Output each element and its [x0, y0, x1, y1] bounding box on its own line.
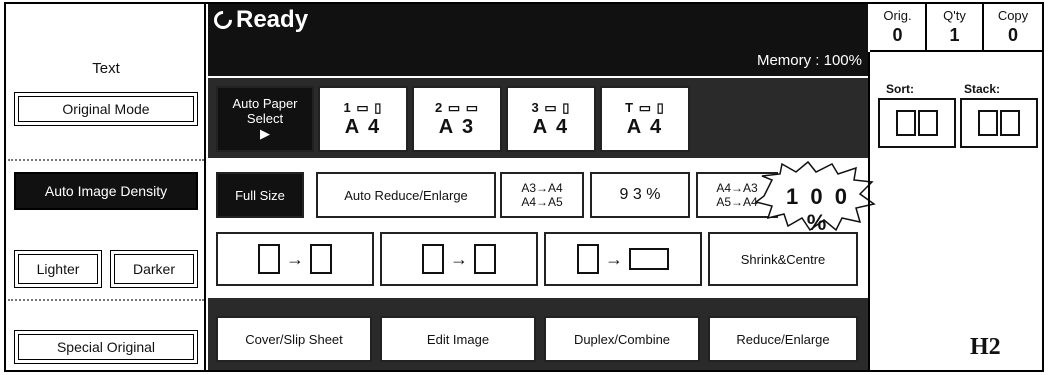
- text-mode-label: Text: [92, 60, 120, 77]
- stacked-sets-icon: [996, 110, 1020, 142]
- paper-size: A 3: [438, 115, 476, 138]
- lighter-label: Lighter: [36, 261, 80, 277]
- sort-label: Sort:: [886, 82, 914, 96]
- tray-2-button[interactable]: 2 ▭ ▭ A 3: [412, 86, 502, 152]
- original-mode-button[interactable]: Original Mode: [14, 92, 198, 126]
- tray-number: T: [625, 99, 635, 115]
- orig-counter: Orig. 0: [870, 4, 927, 50]
- sort-button[interactable]: [878, 98, 956, 148]
- cover-slip-label: Cover/Slip Sheet: [245, 331, 343, 347]
- divider: [868, 52, 870, 370]
- tray-number: 2: [434, 99, 444, 115]
- cover-slip-sheet-button[interactable]: Cover/Slip Sheet: [216, 316, 372, 362]
- tray-3-button[interactable]: 3 ▭ ▯ A 4: [506, 86, 596, 152]
- divider: [8, 159, 204, 161]
- duplex-document-icon: [422, 244, 444, 274]
- duplex-document-icon: [474, 244, 496, 274]
- arrow-icon: →: [450, 248, 468, 269]
- left-panel: Text Original Mode Auto Image Density Li…: [6, 4, 206, 370]
- auto-reduce-enlarge-button[interactable]: Auto Reduce/Enlarge: [316, 172, 496, 218]
- two-to-two-sided-button[interactable]: →: [380, 232, 538, 286]
- reduce-a3-a4-button[interactable]: A3→A4 A4→A5: [500, 172, 584, 218]
- ratio-93-label: 9 3 %: [619, 186, 661, 203]
- paper-icon: ▭ ▯: [356, 99, 383, 115]
- paper-size: A 4: [626, 115, 664, 138]
- tray-number: 3: [531, 99, 540, 115]
- paper-icon: ▭ ▭: [447, 99, 480, 115]
- reduce-enlarge-label: Reduce/Enlarge: [736, 331, 830, 347]
- original-mode-label: Original Mode: [62, 101, 150, 117]
- orig-label: Orig.: [883, 8, 912, 23]
- full-size-button[interactable]: Full Size: [216, 172, 304, 218]
- shrink-centre-button[interactable]: Shrink&Centre: [708, 232, 858, 286]
- qty-label: Q'ty: [943, 8, 966, 23]
- auto-paper-select-label: Auto Paper Select: [232, 96, 298, 126]
- arrow-icon: →: [286, 248, 304, 269]
- auto-reduce-enlarge-label: Auto Reduce/Enlarge: [344, 187, 468, 203]
- stack-button[interactable]: [960, 98, 1038, 148]
- auto-image-density-label: Auto Image Density: [44, 183, 168, 199]
- play-icon: ▶: [260, 126, 270, 141]
- combine-button[interactable]: →: [544, 232, 702, 286]
- special-original-label: Special Original: [56, 339, 156, 355]
- tray-bypass-button[interactable]: T ▭ ▯ A 4: [600, 86, 690, 152]
- memory-indicator: Memory : 100%: [756, 52, 862, 69]
- darker-label: Darker: [132, 261, 175, 277]
- stacked-sets-icon: [974, 110, 998, 142]
- orig-value: 0: [892, 25, 903, 45]
- darker-button[interactable]: Darker: [110, 250, 198, 288]
- copy-value: 0: [1007, 25, 1018, 45]
- status-text: Ready: [236, 6, 309, 33]
- paper-icon: ▭ ▯: [638, 99, 665, 115]
- auto-paper-select-button[interactable]: Auto Paper Select ▶: [216, 86, 314, 152]
- sorted-sets-icon: [892, 110, 916, 142]
- document-1-icon: [577, 244, 599, 274]
- divider: [8, 299, 204, 301]
- copy-label: Copy: [997, 8, 1029, 23]
- qty-counter: Q'ty 1: [927, 4, 984, 50]
- one-to-two-sided-button[interactable]: →: [216, 232, 374, 286]
- paper-size: A 4: [532, 115, 570, 138]
- arrow-icon: →: [605, 248, 623, 269]
- paper-size: A 4: [344, 115, 382, 138]
- qty-value: 1: [949, 25, 960, 45]
- tray-number: 1: [343, 99, 352, 115]
- duplex-document-icon: [310, 244, 332, 274]
- ratio-100-label: 1 0 0 %: [786, 184, 850, 235]
- ready-icon: [210, 7, 236, 33]
- full-size-label: Full Size: [235, 187, 285, 203]
- copy-counter: Copy 0: [984, 4, 1042, 50]
- reduce-enlarge-button[interactable]: Reduce/Enlarge: [708, 316, 858, 362]
- edit-image-label: Edit Image: [426, 331, 490, 347]
- reduce-a3-a4-label: A3→A4 A4→A5: [521, 181, 563, 209]
- stack-label: Stack:: [964, 82, 1001, 96]
- lighter-button[interactable]: Lighter: [14, 250, 102, 288]
- combined-page-icon: [629, 248, 669, 270]
- status-title: Ready: [210, 6, 309, 34]
- sorted-sets-icon: [914, 110, 938, 142]
- tray-1-button[interactable]: 1 ▭ ▯ A 4: [318, 86, 408, 152]
- duplex-combine-label: Duplex/Combine: [573, 331, 671, 347]
- ratio-93-button[interactable]: 9 3 %: [590, 172, 690, 218]
- figure-code: H2: [970, 334, 1001, 360]
- status-header: Ready Memory : 100%: [208, 4, 868, 76]
- paper-icon: ▭ ▯: [544, 99, 571, 115]
- document-1-icon: [258, 244, 280, 274]
- auto-image-density-button[interactable]: Auto Image Density: [14, 172, 198, 210]
- special-original-button[interactable]: Special Original: [14, 330, 198, 364]
- edit-image-button[interactable]: Edit Image: [380, 316, 536, 362]
- shrink-centre-label: Shrink&Centre: [740, 251, 826, 267]
- duplex-combine-button[interactable]: Duplex/Combine: [544, 316, 700, 362]
